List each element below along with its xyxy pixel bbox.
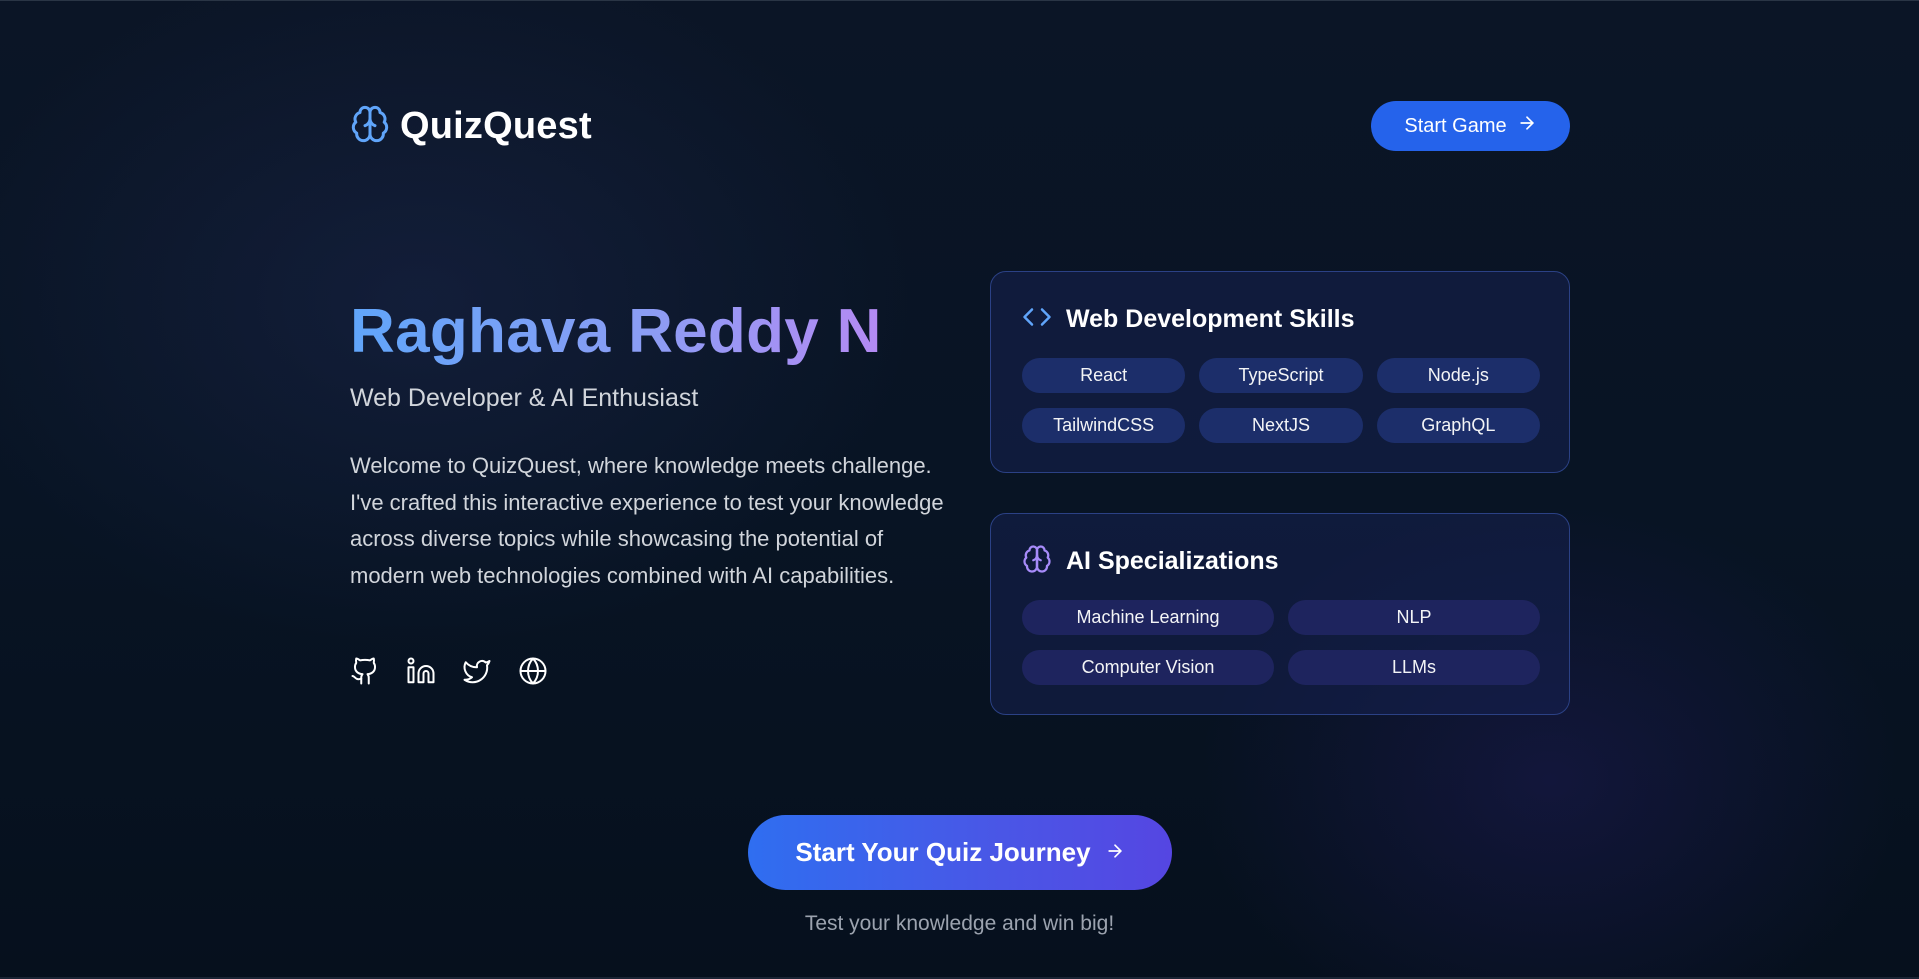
social-links bbox=[350, 656, 548, 691]
arrow-right-icon bbox=[1105, 837, 1125, 868]
start-game-button[interactable]: Start Game bbox=[1371, 101, 1570, 151]
twitter-link[interactable] bbox=[462, 658, 492, 688]
twitter-icon bbox=[462, 656, 492, 691]
brain-icon bbox=[350, 104, 390, 149]
ai-skills-title: AI Specializations bbox=[1066, 547, 1279, 575]
arrow-right-icon bbox=[1517, 113, 1537, 139]
web-skills-header: Web Development Skills bbox=[1022, 302, 1355, 337]
brand-name: QuizQuest bbox=[400, 105, 592, 147]
skill-chip: React bbox=[1022, 358, 1186, 393]
web-skills-card: Web Development Skills React TypeScript … bbox=[990, 271, 1570, 473]
hero-description: Welcome to QuizQuest, where knowledge me… bbox=[350, 453, 944, 588]
brand-logo[interactable]: QuizQuest bbox=[350, 104, 592, 149]
hero-subtitle: Web Developer & AI Enthusiast bbox=[350, 384, 699, 412]
start-quiz-journey-button[interactable]: Start Your Quiz Journey bbox=[748, 815, 1172, 890]
top-border bbox=[0, 0, 1919, 1]
skill-chip: Node.js bbox=[1376, 358, 1540, 393]
linkedin-link[interactable] bbox=[406, 656, 436, 691]
ai-skills-card: AI Specializations Machine Learning NLP … bbox=[990, 513, 1570, 715]
github-link[interactable] bbox=[350, 656, 380, 691]
specialization-chip: LLMs bbox=[1288, 650, 1540, 685]
ai-skills-header: AI Specializations bbox=[1022, 544, 1279, 579]
skill-chip: TypeScript bbox=[1199, 358, 1363, 393]
skill-chip: GraphQL bbox=[1376, 408, 1540, 443]
web-skills-title: Web Development Skills bbox=[1066, 305, 1355, 333]
specialization-chip: Computer Vision bbox=[1022, 650, 1274, 685]
website-link[interactable] bbox=[518, 656, 548, 691]
code-icon bbox=[1022, 302, 1052, 337]
github-icon bbox=[350, 656, 380, 691]
web-skills-list: React TypeScript Node.js TailwindCSS Nex… bbox=[1022, 358, 1540, 443]
brain-icon bbox=[1022, 544, 1052, 579]
linkedin-icon bbox=[406, 656, 436, 691]
globe-icon bbox=[518, 656, 548, 691]
hero-name: Raghava Reddy N bbox=[350, 297, 882, 366]
ai-skills-list: Machine Learning NLP Computer Vision LLM… bbox=[1022, 600, 1540, 685]
skill-chip: NextJS bbox=[1199, 408, 1363, 443]
cta-tagline: Test your knowledge and win big! bbox=[804, 912, 1115, 935]
skill-chip: TailwindCSS bbox=[1022, 408, 1186, 443]
specialization-chip: Machine Learning bbox=[1022, 600, 1274, 635]
specialization-chip: NLP bbox=[1288, 600, 1540, 635]
start-game-label: Start Game bbox=[1404, 114, 1507, 137]
cta-label: Start Your Quiz Journey bbox=[795, 837, 1091, 867]
